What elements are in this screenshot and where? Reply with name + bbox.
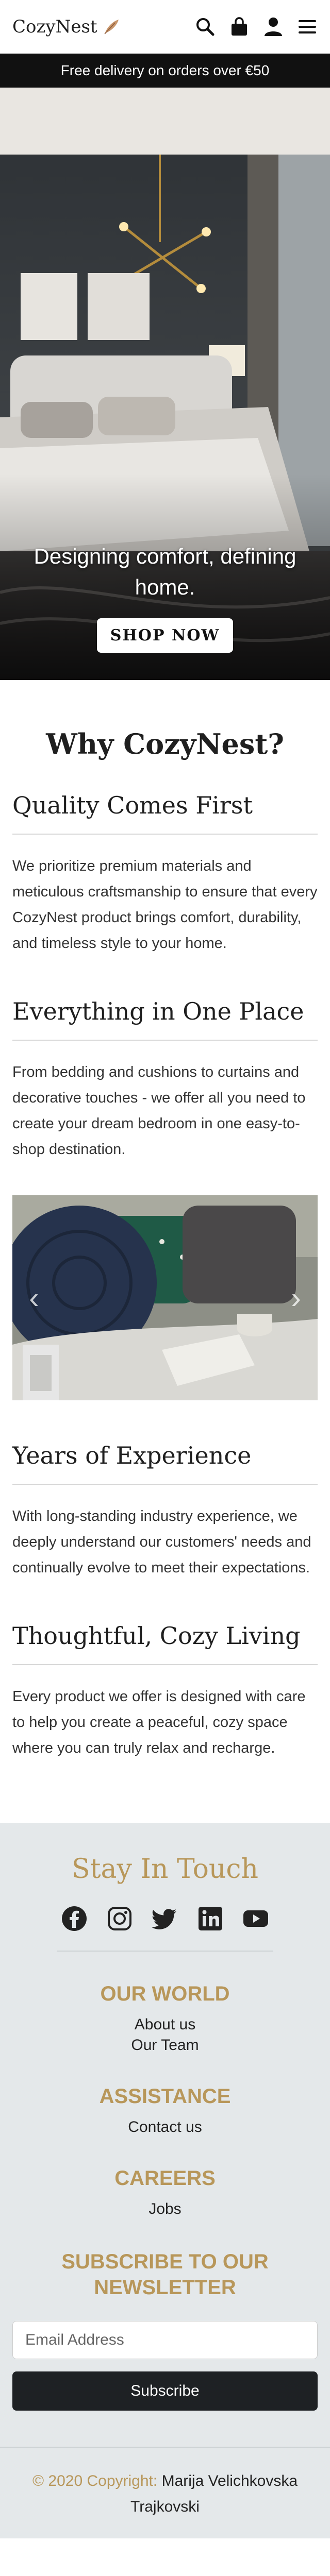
about-us-link[interactable]: About us — [0, 2016, 330, 2033]
copyright-prefix: © 2020 Copyright: — [32, 2472, 158, 2489]
site-footer: Stay In Touch OUR WORLD About us Our Tea… — [0, 1823, 330, 2538]
feature-text: We prioritize premium materials and meti… — [12, 858, 318, 952]
feature-quality: Quality Comes First We prioritize premiu… — [12, 791, 318, 956]
footer-our-world: OUR WORLD About us Our Team — [0, 1982, 330, 2054]
feature-title: Quality Comes First — [12, 791, 318, 835]
user-icon[interactable] — [263, 16, 284, 37]
facebook-icon[interactable] — [61, 1905, 88, 1932]
image-carousel[interactable]: ‹ › — [12, 1195, 318, 1400]
footer-careers: CAREERS Jobs — [0, 2167, 330, 2218]
logo-text: CozyNest — [12, 16, 97, 37]
feature-everything: Everything in One Place From bedding and… — [12, 997, 318, 1162]
feather-logo-icon — [104, 20, 119, 35]
header-actions — [195, 16, 318, 37]
feature-experience: Years of Experience With long-standing i… — [12, 1442, 318, 1581]
logo[interactable]: CozyNest — [12, 16, 120, 37]
feature-text: Every product we offer is designed with … — [12, 1688, 306, 1756]
contact-us-link[interactable]: Contact us — [0, 2119, 330, 2136]
promo-text: Free delivery on orders over €50 — [60, 62, 270, 78]
shopping-bag-icon[interactable] — [229, 16, 250, 37]
instagram-icon[interactable] — [106, 1905, 133, 1932]
subscribe-button[interactable]: Subscribe — [12, 2371, 318, 2411]
footer-assistance: ASSISTANCE Contact us — [0, 2085, 330, 2136]
twitter-icon[interactable] — [152, 1905, 178, 1932]
newsletter-title: SUBSCRIBE TO OUR NEWSLETTER — [61, 2250, 269, 2299]
jobs-link[interactable]: Jobs — [0, 2200, 330, 2218]
footer-section-title: ASSISTANCE — [99, 2085, 231, 2108]
shop-now-button[interactable]: SHOP NOW — [96, 618, 234, 653]
menu-icon[interactable] — [297, 16, 318, 37]
hero-caption: Designing comfort, defining home. SHOP N… — [0, 541, 330, 653]
feature-title: Years of Experience — [12, 1442, 318, 1485]
youtube-icon[interactable] — [242, 1905, 269, 1932]
footer-section-title: CAREERS — [114, 2167, 216, 2190]
promo-banner: Free delivery on orders over €50 — [0, 54, 330, 88]
search-icon[interactable] — [195, 16, 216, 37]
footer-divider — [57, 1951, 273, 1952]
site-header: CozyNest — [0, 0, 330, 54]
our-team-link[interactable]: Our Team — [0, 2037, 330, 2054]
feature-title: Thoughtful, Cozy Living — [12, 1622, 318, 1665]
carousel-prev-button[interactable]: ‹ — [24, 1283, 44, 1314]
carousel-cushions-image — [12, 1195, 318, 1400]
feature-cozy-living: Thoughtful, Cozy Living Every product we… — [12, 1622, 318, 1761]
stay-in-touch-title: Stay In Touch — [71, 1854, 259, 1885]
feature-text: From bedding and cushions to curtains an… — [12, 1064, 306, 1158]
feature-title: Everything in One Place — [12, 997, 318, 1041]
social-links — [0, 1905, 330, 1932]
feature-text: With long-standing industry experience, … — [12, 1508, 311, 1576]
section-title: Why CozyNest? — [46, 727, 284, 760]
email-field[interactable] — [12, 2321, 318, 2359]
hero-title: Designing comfort, defining home. — [34, 544, 296, 599]
copyright: © 2020 Copyright: Marija Velichkovska Tr… — [0, 2447, 330, 2538]
hero-banner: Designing comfort, defining home. SHOP N… — [0, 88, 330, 680]
carousel-next-button[interactable]: › — [286, 1283, 306, 1314]
footer-section-title: OUR WORLD — [100, 1982, 230, 2005]
linkedin-icon[interactable] — [197, 1905, 224, 1932]
why-section: Why CozyNest? Quality Comes First We pri… — [0, 680, 330, 1761]
